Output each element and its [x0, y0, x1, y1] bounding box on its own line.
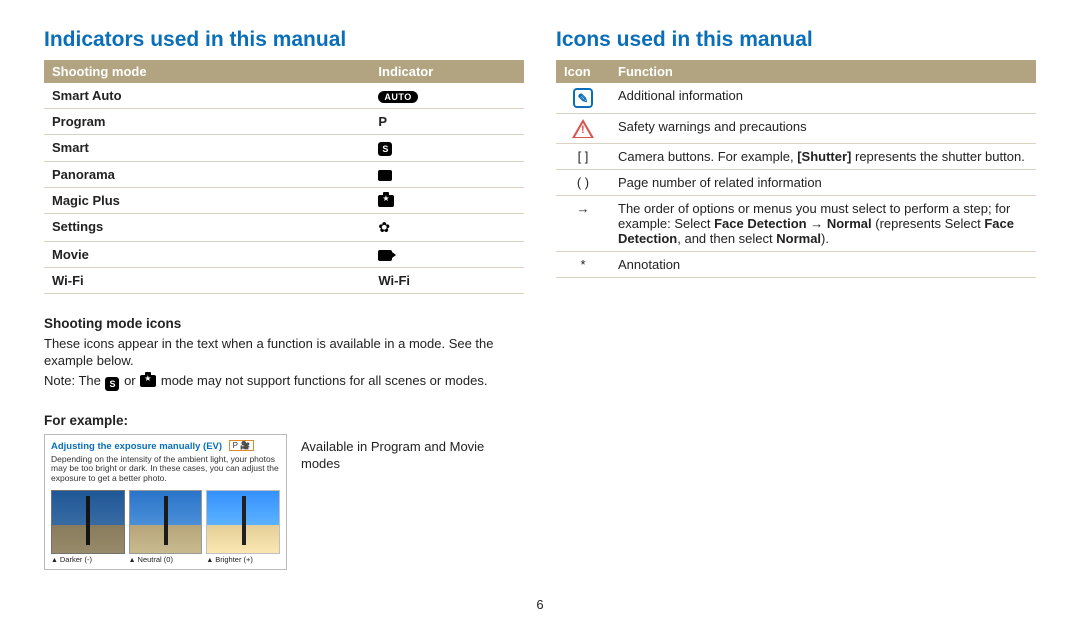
table-row: Magic Plus: [44, 187, 524, 213]
indicator-cell: [370, 241, 524, 267]
example-screenshot: Adjusting the exposure manually (EV) P 🎥…: [44, 434, 287, 570]
function-cell: Camera buttons. For example, [Shutter] r…: [610, 144, 1036, 170]
indicator-cell: AUTO: [370, 83, 524, 109]
star-glyph: *: [580, 257, 585, 272]
table-row: ( ) Page number of related information: [556, 170, 1036, 196]
magic-plus-mode-icon: [378, 195, 394, 207]
th-icon: Icon: [556, 60, 610, 83]
example-mode-tags: P 🎥: [229, 440, 254, 451]
icon-cell: [556, 114, 610, 144]
shooting-mode-icons-heading: Shooting mode icons: [44, 316, 524, 331]
warning-triangle-icon: [572, 119, 594, 138]
indicator-cell: [370, 161, 524, 187]
function-cell: Safety warnings and precautions: [610, 114, 1036, 144]
example-thumb-brighter: Brighter (+): [206, 490, 280, 565]
table-row: Smart Auto AUTO: [44, 83, 524, 109]
shooting-mode-icons-note: Note: The S or mode may not support func…: [44, 372, 524, 391]
indicator-cell: S: [370, 135, 524, 162]
icons-table: Icon Function ✎ Additional informationSaf…: [556, 60, 1036, 278]
icon-cell: *: [556, 252, 610, 278]
left-column: Indicators used in this manual Shooting …: [44, 28, 524, 570]
table-row: Wi-Fi Wi-Fi: [44, 267, 524, 293]
icon-cell: →: [556, 196, 610, 252]
smart-mode-icon: S: [378, 142, 392, 156]
indicator-cell: [370, 187, 524, 213]
shooting-mode-cell: Smart Auto: [44, 83, 370, 109]
table-row: Panorama: [44, 161, 524, 187]
shooting-mode-cell: Movie: [44, 241, 370, 267]
shooting-mode-icons-desc: These icons appear in the text when a fu…: [44, 335, 524, 370]
movie-mode-icon: [378, 250, 392, 261]
brackets-glyph: [ ]: [578, 149, 589, 164]
th-function: Function: [610, 60, 1036, 83]
table-row: * Annotation: [556, 252, 1036, 278]
example-figure: Adjusting the exposure manually (EV) P 🎥…: [44, 434, 524, 570]
table-row: Program P: [44, 109, 524, 135]
indicator-cell: Wi-Fi: [370, 267, 524, 293]
function-cell: Annotation: [610, 252, 1036, 278]
table-row: Smart S: [44, 135, 524, 162]
indicators-title: Indicators used in this manual: [44, 28, 524, 52]
function-cell: Additional information: [610, 83, 1036, 114]
shooting-mode-cell: Panorama: [44, 161, 370, 187]
th-indicator: Indicator: [370, 60, 524, 83]
table-row: → The order of options or menus you must …: [556, 196, 1036, 252]
shooting-mode-cell: Wi-Fi: [44, 267, 370, 293]
indicator-text: Wi-Fi: [378, 273, 410, 288]
indicators-table: Shooting mode Indicator Smart Auto AUTO Pr…: [44, 60, 524, 294]
icon-cell: [ ]: [556, 144, 610, 170]
table-row: Safety warnings and precautions: [556, 114, 1036, 144]
example-callout: Available in Program and Movie modes: [301, 434, 524, 473]
shooting-mode-cell: Smart: [44, 135, 370, 162]
shooting-mode-cell: Magic Plus: [44, 187, 370, 213]
shooting-mode-cell: Settings: [44, 213, 370, 241]
icon-cell: ( ): [556, 170, 610, 196]
table-row: Movie: [44, 241, 524, 267]
magic-plus-mode-icon: [140, 375, 156, 387]
example-thumb-neutral: Neutral (0): [129, 490, 203, 565]
table-row: Settings ✿: [44, 213, 524, 241]
for-example-label: For example:: [44, 413, 524, 428]
right-column: Icons used in this manual Icon Function …: [556, 28, 1036, 570]
indicator-cell: ✿: [370, 213, 524, 241]
icons-title: Icons used in this manual: [556, 28, 1036, 52]
function-cell: Page number of related information: [610, 170, 1036, 196]
example-thumb-darker: Darker (-): [51, 490, 125, 565]
function-cell: The order of options or menus you must s…: [610, 196, 1036, 252]
parens-glyph: ( ): [577, 175, 589, 190]
example-screenshot-desc: Depending on the intensity of the ambien…: [51, 455, 280, 484]
arrow-glyph: →: [577, 201, 590, 216]
panorama-mode-icon: [378, 170, 392, 181]
th-shooting-mode: Shooting mode: [44, 60, 370, 83]
example-screenshot-title: Adjusting the exposure manually (EV): [51, 441, 222, 452]
settings-gear-icon: ✿: [378, 219, 390, 235]
info-square-icon: ✎: [573, 88, 593, 108]
page-number: 6: [0, 597, 1080, 612]
table-row: [ ] Camera buttons. For example, [Shutter…: [556, 144, 1036, 170]
smart-mode-icon: S: [105, 377, 119, 391]
icon-cell: ✎: [556, 83, 610, 114]
shooting-mode-cell: Program: [44, 109, 370, 135]
indicator-cell: P: [370, 109, 524, 135]
auto-pill-icon: AUTO: [378, 91, 417, 103]
table-row: ✎ Additional information: [556, 83, 1036, 114]
indicator-text: P: [378, 114, 387, 129]
